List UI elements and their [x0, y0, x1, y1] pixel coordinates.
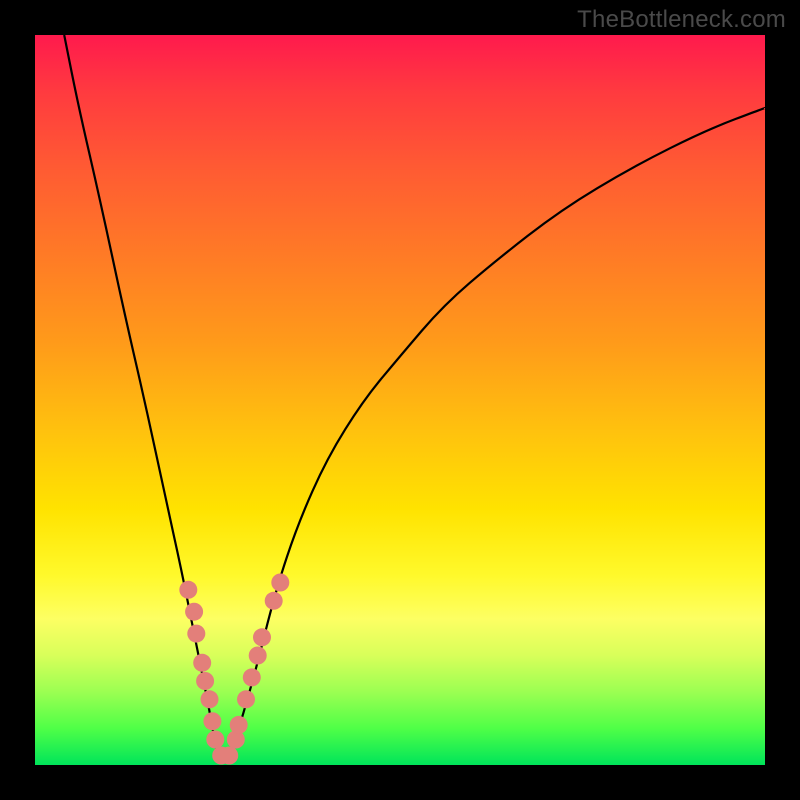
curve-marker — [220, 747, 238, 765]
curve-marker — [253, 628, 271, 646]
curve-marker — [187, 625, 205, 643]
curve-marker — [265, 592, 283, 610]
curve-marker — [206, 731, 224, 749]
bottleneck-curve — [64, 35, 765, 763]
curve-marker — [179, 581, 197, 599]
curve-marker — [185, 603, 203, 621]
curve-marker — [243, 668, 261, 686]
curve-marker — [203, 712, 221, 730]
watermark-text: TheBottleneck.com — [577, 6, 786, 34]
curve-marker — [249, 647, 267, 665]
marker-layer — [179, 574, 289, 765]
chart-overlay — [35, 35, 765, 765]
plot-area — [35, 35, 765, 765]
curve-marker — [271, 574, 289, 592]
curve-marker — [230, 716, 248, 734]
curve-marker — [196, 672, 214, 690]
curve-marker — [193, 654, 211, 672]
outer-frame: TheBottleneck.com — [0, 0, 800, 800]
curve-marker — [201, 690, 219, 708]
curve-marker — [237, 690, 255, 708]
